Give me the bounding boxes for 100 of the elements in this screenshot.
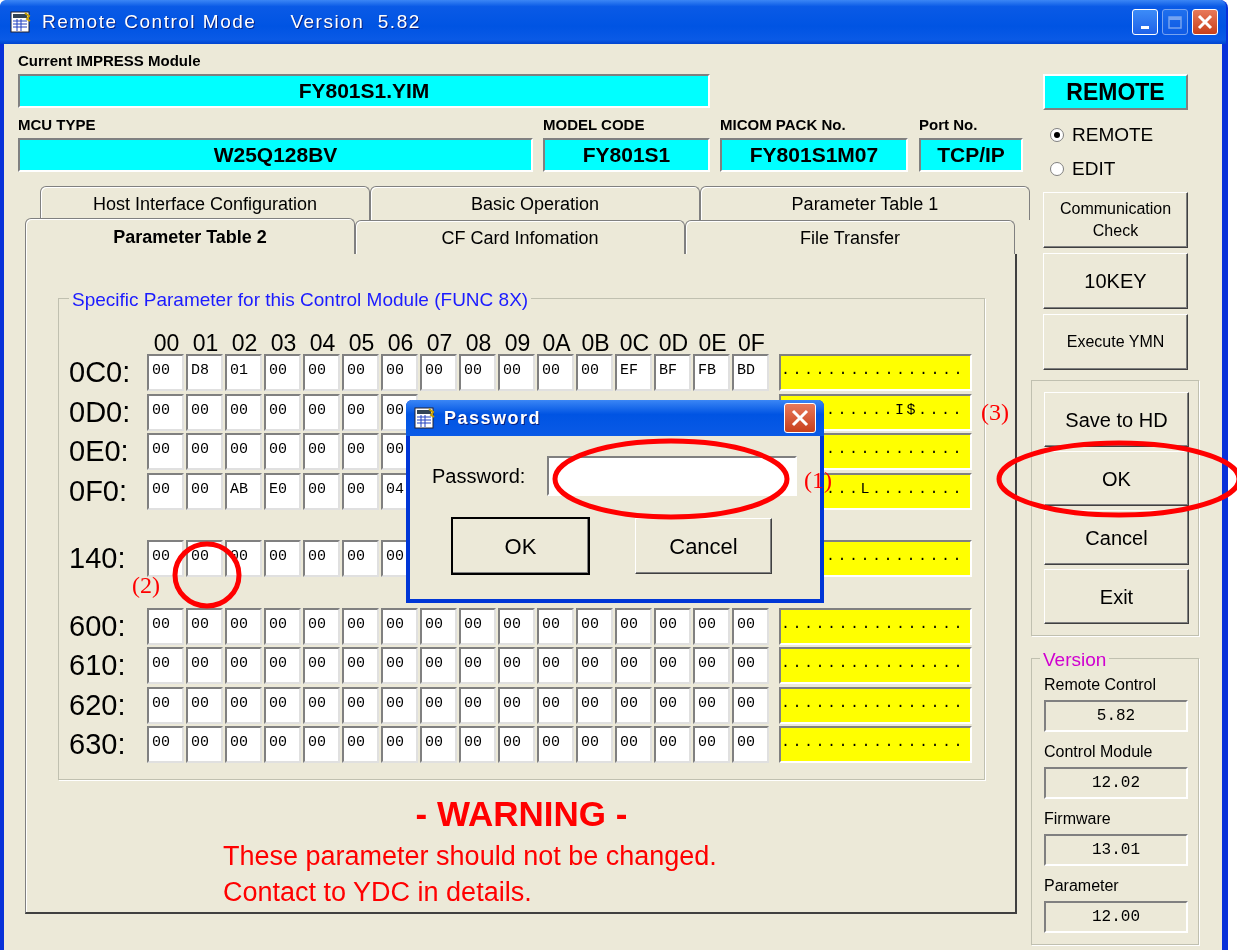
- hex-field[interactable]: 00: [342, 540, 379, 578]
- hex-field[interactable]: 00: [225, 726, 262, 764]
- hex-field[interactable]: 00: [381, 647, 418, 685]
- hex-field[interactable]: 00: [342, 607, 379, 645]
- hex-field[interactable]: 00: [615, 647, 652, 685]
- hex-field[interactable]: 00: [615, 726, 652, 764]
- hex-field[interactable]: 00: [342, 686, 379, 724]
- hex-field[interactable]: 00: [264, 726, 301, 764]
- action-button[interactable]: OK: [1044, 451, 1189, 506]
- hex-field[interactable]: 00: [576, 354, 613, 392]
- action-button[interactable]: Exit: [1044, 569, 1189, 624]
- hex-field[interactable]: 00: [342, 647, 379, 685]
- hex-field[interactable]: BD: [732, 354, 769, 392]
- hex-field[interactable]: 00: [342, 433, 379, 471]
- hex-field[interactable]: 00: [264, 607, 301, 645]
- hex-field[interactable]: 00: [186, 726, 223, 764]
- hex-field[interactable]: 00: [264, 540, 301, 578]
- hex-field[interactable]: 00: [303, 433, 340, 471]
- hex-field[interactable]: 00: [303, 647, 340, 685]
- hex-field[interactable]: 00: [147, 433, 184, 471]
- hex-field[interactable]: E0: [264, 472, 301, 510]
- tool-button[interactable]: Communication Check: [1043, 192, 1188, 248]
- hex-field[interactable]: 01: [225, 354, 262, 392]
- hex-field[interactable]: 00: [303, 393, 340, 431]
- hex-field[interactable]: 00: [537, 647, 574, 685]
- dialog-button[interactable]: OK: [452, 518, 589, 574]
- hex-field[interactable]: 00: [225, 433, 262, 471]
- hex-field[interactable]: 00: [537, 607, 574, 645]
- hex-field[interactable]: 00: [342, 393, 379, 431]
- hex-field[interactable]: 00: [537, 354, 574, 392]
- hex-field[interactable]: 00: [420, 607, 457, 645]
- hex-field[interactable]: 00: [693, 607, 730, 645]
- hex-field[interactable]: 00: [303, 726, 340, 764]
- hex-field[interactable]: 00: [225, 393, 262, 431]
- hex-field[interactable]: EF: [615, 354, 652, 392]
- hex-field[interactable]: 00: [693, 686, 730, 724]
- hex-field[interactable]: 00: [654, 647, 691, 685]
- hex-field[interactable]: 00: [264, 354, 301, 392]
- tab[interactable]: CF Card Infomation: [355, 220, 685, 254]
- tab[interactable]: Basic Operation: [370, 186, 700, 220]
- tab[interactable]: File Transfer: [685, 220, 1015, 254]
- close-button[interactable]: [1192, 9, 1218, 35]
- radio-button[interactable]: [1050, 162, 1064, 176]
- hex-field[interactable]: FB: [693, 354, 730, 392]
- hex-field[interactable]: 00: [537, 726, 574, 764]
- hex-field[interactable]: 00: [381, 354, 418, 392]
- hex-field[interactable]: 00: [147, 472, 184, 510]
- hex-field[interactable]: 00: [420, 647, 457, 685]
- hex-field[interactable]: 00: [303, 354, 340, 392]
- hex-field[interactable]: 00: [498, 686, 535, 724]
- hex-field[interactable]: 00: [654, 726, 691, 764]
- hex-field[interactable]: 00: [654, 607, 691, 645]
- tool-button[interactable]: Execute YMN: [1043, 314, 1188, 370]
- hex-field[interactable]: 00: [342, 472, 379, 510]
- hex-field[interactable]: AB: [225, 472, 262, 510]
- hex-field[interactable]: 00: [303, 607, 340, 645]
- hex-field[interactable]: 00: [303, 472, 340, 510]
- close-button[interactable]: [784, 403, 816, 433]
- radio-button[interactable]: [1050, 128, 1064, 142]
- hex-field[interactable]: 00: [498, 354, 535, 392]
- hex-field[interactable]: 00: [576, 726, 613, 764]
- hex-field[interactable]: 00: [342, 354, 379, 392]
- hex-field[interactable]: 00: [225, 607, 262, 645]
- hex-field[interactable]: 00: [264, 647, 301, 685]
- action-button[interactable]: Cancel: [1044, 510, 1189, 565]
- hex-field[interactable]: 00: [693, 647, 730, 685]
- hex-field[interactable]: 00: [693, 726, 730, 764]
- hex-field[interactable]: 00: [225, 647, 262, 685]
- hex-field[interactable]: 00: [186, 393, 223, 431]
- hex-field[interactable]: 00: [615, 607, 652, 645]
- dialog-button[interactable]: Cancel: [635, 518, 772, 574]
- hex-field[interactable]: 00: [342, 726, 379, 764]
- hex-field[interactable]: 00: [186, 472, 223, 510]
- hex-field[interactable]: 00: [576, 686, 613, 724]
- hex-field[interactable]: 00: [459, 607, 496, 645]
- hex-field[interactable]: 00: [576, 607, 613, 645]
- hex-field[interactable]: 00: [147, 354, 184, 392]
- hex-field[interactable]: 00: [537, 686, 574, 724]
- hex-field[interactable]: 00: [186, 433, 223, 471]
- hex-field[interactable]: 00: [264, 686, 301, 724]
- hex-field[interactable]: 00: [498, 647, 535, 685]
- hex-field[interactable]: 00: [147, 607, 184, 645]
- password-field[interactable]: [547, 456, 798, 496]
- hex-field[interactable]: 00: [303, 686, 340, 724]
- hex-field[interactable]: 00: [147, 686, 184, 724]
- tab[interactable]: Parameter Table 2: [25, 218, 355, 254]
- hex-field[interactable]: 00: [459, 354, 496, 392]
- hex-field[interactable]: 00: [264, 433, 301, 471]
- hex-field[interactable]: 00: [654, 686, 691, 724]
- tab[interactable]: Parameter Table 1: [700, 186, 1030, 220]
- hex-field[interactable]: BF: [654, 354, 691, 392]
- hex-field[interactable]: 00: [576, 647, 613, 685]
- hex-field[interactable]: 00: [303, 540, 340, 578]
- tool-button[interactable]: 10KEY: [1043, 253, 1188, 309]
- hex-field[interactable]: 00: [420, 686, 457, 724]
- hex-field[interactable]: 00: [264, 393, 301, 431]
- hex-field[interactable]: 00: [147, 647, 184, 685]
- hex-field[interactable]: D8: [186, 354, 223, 392]
- hex-field[interactable]: 00: [420, 726, 457, 764]
- minimize-button[interactable]: [1132, 9, 1158, 35]
